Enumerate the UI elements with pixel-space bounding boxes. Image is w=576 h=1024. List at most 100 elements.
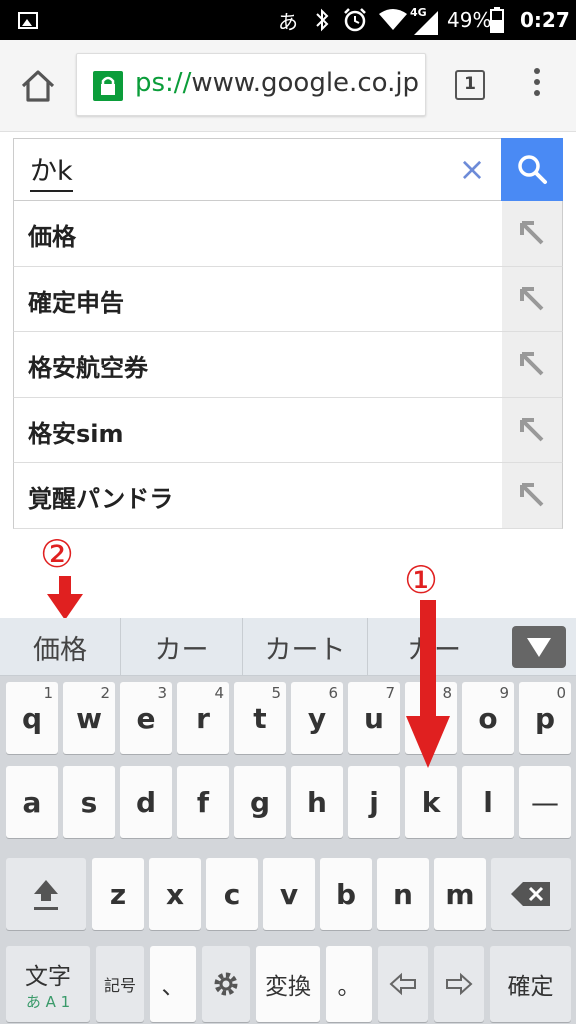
key-n[interactable]: n: [377, 858, 429, 930]
key-v[interactable]: v: [263, 858, 315, 930]
ime-indicator: あ: [278, 9, 298, 34]
settings-key[interactable]: [202, 946, 250, 1022]
annotation-marker-2: ②: [40, 532, 75, 576]
suggestion-item[interactable]: 覚醒パンドラ: [13, 463, 563, 529]
fill-query-button[interactable]: [502, 463, 562, 528]
key-k[interactable]: k: [405, 766, 457, 838]
search-button[interactable]: [501, 138, 563, 202]
suggestion-label: 格安sim: [28, 419, 124, 448]
shift-key[interactable]: [6, 858, 86, 930]
gear-icon: [214, 972, 238, 996]
cursor-left-key[interactable]: [378, 946, 428, 1022]
suggestion-label: 覚醒パンドラ: [28, 485, 174, 513]
key-long-dash[interactable]: —: [519, 766, 571, 838]
arrow-right-icon: [446, 972, 473, 996]
arrow-down-icon: [47, 576, 83, 620]
key-e[interactable]: 3e: [120, 682, 172, 754]
bluetooth-icon: [314, 0, 330, 40]
suggestion-label: 格安航空券: [28, 354, 148, 382]
input-mode-label: 文字: [25, 963, 71, 990]
screen: あ 4G 49% 0:27 ps://www.google.co.jp 1 かk…: [0, 0, 576, 1024]
key-o[interactable]: 9o: [462, 682, 514, 754]
key-g[interactable]: g: [234, 766, 286, 838]
search-icon: [518, 155, 547, 184]
candidate-item[interactable]: 価格: [0, 618, 121, 676]
comma-key[interactable]: 、: [150, 946, 196, 1022]
key-r[interactable]: 4r: [177, 682, 229, 754]
battery-icon: [490, 0, 504, 40]
arrow-down-icon: [406, 600, 450, 768]
fill-query-button[interactable]: [502, 332, 562, 397]
search-box: かk ×: [13, 138, 563, 202]
key-w[interactable]: 2w: [63, 682, 115, 754]
suggestion-item[interactable]: 格安航空券: [13, 332, 563, 398]
expand-candidates-button[interactable]: [512, 626, 566, 668]
key-b[interactable]: b: [320, 858, 372, 930]
key-m[interactable]: m: [434, 858, 486, 930]
backspace-icon: [511, 882, 550, 906]
software-keyboard: 1q 2w 3e 4r 5t 6y 7u 8i 9o 0p a s d f g …: [0, 676, 576, 1024]
suggestion-label: 確定申告: [28, 288, 124, 317]
suggestion-list: 価格 確定申告 格安航空券 格安sim 覚醒パンドラ: [13, 201, 563, 529]
arrow-left-icon: [389, 972, 416, 996]
key-u[interactable]: 7u: [348, 682, 400, 754]
backspace-key[interactable]: [491, 858, 571, 930]
key-c[interactable]: c: [206, 858, 258, 930]
clear-button[interactable]: ×: [454, 151, 490, 187]
arrow-up-left-icon: [520, 417, 544, 441]
url-scheme: ps://: [135, 68, 192, 98]
key-d[interactable]: d: [120, 766, 172, 838]
arrow-up-left-icon: [520, 221, 544, 245]
key-p[interactable]: 0p: [519, 682, 571, 754]
browser-toolbar: ps://www.google.co.jp 1: [0, 40, 576, 132]
alarm-icon: [342, 0, 368, 40]
key-j[interactable]: j: [348, 766, 400, 838]
convert-key[interactable]: 変換: [256, 946, 320, 1022]
url-host: www.google.co.jp: [191, 68, 420, 98]
candidate-item[interactable]: カート: [243, 618, 368, 676]
overflow-menu-button[interactable]: [527, 68, 547, 102]
lock-icon: [93, 71, 123, 101]
annotation-marker-1: ①: [404, 558, 439, 602]
status-bar: あ 4G 49% 0:27: [0, 0, 576, 40]
image-icon: [18, 0, 38, 40]
network-label: 4G: [410, 6, 427, 19]
search-area: かk × 価格 確定申告 格安航空券 格安sim 覚醒パンドラ: [13, 138, 563, 529]
suggestion-item[interactable]: 格安sim: [13, 397, 563, 463]
fill-query-button[interactable]: [502, 266, 562, 331]
candidate-bar: 価格 カー カート カー: [0, 618, 576, 676]
cursor-right-key[interactable]: [434, 946, 484, 1022]
input-mode-key[interactable]: 文字 あ A 1: [6, 946, 90, 1022]
url-text: ps://www.google.co.jp: [135, 68, 419, 98]
key-t[interactable]: 5t: [234, 682, 286, 754]
key-s[interactable]: s: [63, 766, 115, 838]
triangle-down-icon: [527, 638, 551, 657]
key-l[interactable]: l: [462, 766, 514, 838]
key-y[interactable]: 6y: [291, 682, 343, 754]
home-icon: [21, 70, 55, 102]
key-z[interactable]: z: [92, 858, 144, 930]
search-input[interactable]: かk: [30, 149, 73, 192]
shift-icon: [34, 880, 58, 910]
url-bar[interactable]: ps://www.google.co.jp: [76, 53, 426, 116]
fill-query-button[interactable]: [502, 201, 562, 266]
home-button[interactable]: [18, 66, 58, 106]
confirm-key[interactable]: 確定: [490, 946, 571, 1022]
candidate-item[interactable]: カー: [121, 618, 243, 676]
period-key[interactable]: 。: [326, 946, 372, 1022]
fill-query-button[interactable]: [502, 397, 562, 462]
key-f[interactable]: f: [177, 766, 229, 838]
tab-switcher-button[interactable]: 1: [455, 70, 485, 100]
arrow-up-left-icon: [520, 286, 544, 310]
key-q[interactable]: 1q: [6, 682, 58, 754]
signal-icon: 4G: [410, 0, 440, 40]
suggestion-item[interactable]: 価格: [13, 201, 563, 267]
key-h[interactable]: h: [291, 766, 343, 838]
symbols-key[interactable]: 記号: [96, 946, 144, 1022]
clock: 0:27: [520, 8, 570, 32]
wifi-icon: [378, 0, 408, 40]
key-x[interactable]: x: [149, 858, 201, 930]
arrow-up-left-icon: [520, 352, 544, 376]
key-a[interactable]: a: [6, 766, 58, 838]
suggestion-item[interactable]: 確定申告: [13, 266, 563, 332]
